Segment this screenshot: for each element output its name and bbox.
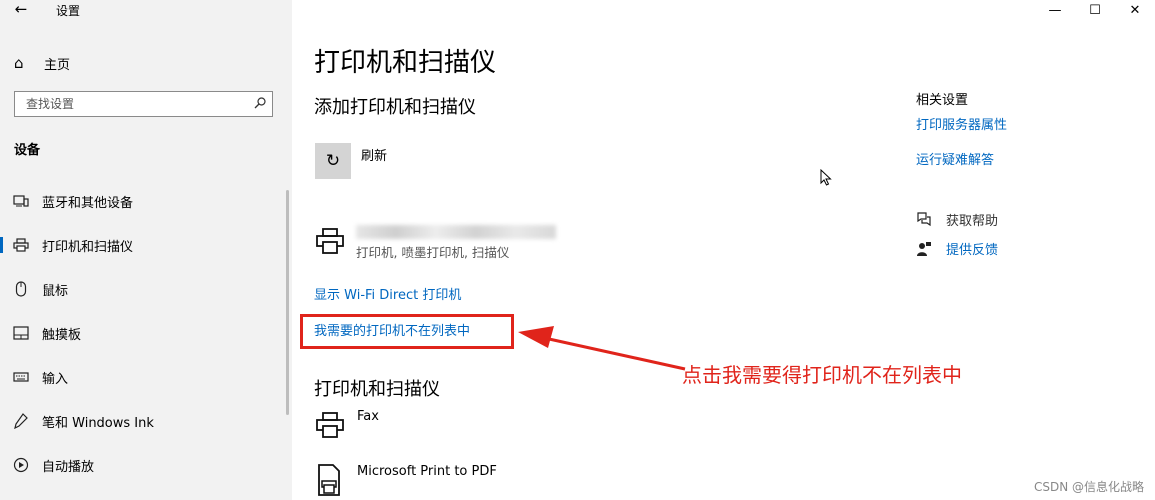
back-arrow-icon[interactable]: ← xyxy=(10,0,32,20)
get-help-label: 获取帮助 xyxy=(946,214,999,229)
feedback-link[interactable]: 提供反馈 xyxy=(916,239,998,258)
sidebar-item-printers[interactable]: 打印机和扫描仪 xyxy=(0,230,286,260)
sidebar-item-label: 自动播放 xyxy=(42,459,95,475)
annotation-arrow xyxy=(518,326,686,371)
printer-item-pdf[interactable]: Microsoft Print to PDF xyxy=(357,464,497,479)
search-input[interactable] xyxy=(24,96,248,112)
found-device-name-blurred[interactable] xyxy=(356,225,556,239)
feedback-label: 提供反馈 xyxy=(946,243,999,258)
search-box[interactable] xyxy=(14,91,273,117)
autoplay-icon xyxy=(13,457,29,473)
sidebar-item-mouse[interactable]: 鼠标 xyxy=(0,274,286,304)
printer-not-listed-link[interactable]: 我需要的打印机不在列表中 xyxy=(314,320,470,339)
refresh-icon: ↻ xyxy=(325,151,341,171)
sidebar-item-bluetooth[interactable]: 蓝牙和其他设备 xyxy=(0,186,286,216)
sidebar-item-autoplay[interactable]: 自动播放 xyxy=(0,450,286,480)
sidebar: ← 设置 ⌂ 主页 设备 蓝牙和其他设备 打印机和扫描仪 鼠标 触摸板 xyxy=(0,0,292,500)
mouse-icon xyxy=(13,281,29,297)
sidebar-item-label: 触摸板 xyxy=(42,327,82,343)
run-troubleshooter-link[interactable]: 运行疑难解答 xyxy=(916,149,994,168)
sidebar-item-touchpad[interactable]: 触摸板 xyxy=(0,318,286,348)
bluetooth-devices-icon xyxy=(13,193,29,209)
printer-item-fax[interactable]: Fax xyxy=(357,409,379,424)
related-settings-title: 相关设置 xyxy=(916,93,969,108)
wifi-direct-link[interactable]: 显示 Wi-Fi Direct 打印机 xyxy=(314,284,461,303)
pen-icon xyxy=(13,413,29,429)
close-button[interactable]: ✕ xyxy=(1113,0,1155,20)
keyboard-icon xyxy=(13,369,29,385)
sidebar-item-label: 笔和 Windows Ink xyxy=(42,415,154,431)
sidebar-item-pen[interactable]: 笔和 Windows Ink xyxy=(0,406,286,436)
page-title: 打印机和扫描仪 xyxy=(314,48,497,78)
printer-icon xyxy=(13,237,29,253)
sidebar-scrollbar[interactable] xyxy=(286,190,289,415)
get-help-link[interactable]: 获取帮助 xyxy=(916,210,998,229)
sidebar-item-label: 鼠标 xyxy=(42,283,69,299)
watermark: CSDN @信息化战略 xyxy=(1033,480,1144,494)
chat-help-icon xyxy=(916,212,932,228)
add-section-title: 添加打印机和扫描仪 xyxy=(314,97,476,118)
sidebar-item-label: 输入 xyxy=(42,371,69,387)
search-icon[interactable] xyxy=(254,97,266,109)
home-label: 主页 xyxy=(44,57,71,73)
maximize-button[interactable]: ☐ xyxy=(1073,0,1117,20)
found-device-description: 打印机, 喷墨打印机, 扫描仪 xyxy=(356,245,510,260)
printers-list-title: 打印机和扫描仪 xyxy=(314,379,440,400)
sidebar-item-typing[interactable]: 输入 xyxy=(0,362,286,392)
pdf-printer-icon xyxy=(318,464,340,496)
printer-icon xyxy=(316,412,344,438)
refresh-button[interactable]: ↻ xyxy=(315,143,351,179)
sidebar-item-label: 蓝牙和其他设备 xyxy=(42,195,134,211)
home-icon: ⌂ xyxy=(14,54,24,72)
section-title-devices: 设备 xyxy=(14,143,41,158)
annotation-text: 点击我需要得打印机不在列表中 xyxy=(682,363,962,387)
sidebar-home[interactable]: ⌂ 主页 xyxy=(14,52,70,74)
app-title: 设置 xyxy=(56,4,81,18)
printer-icon xyxy=(316,228,344,254)
minimize-button[interactable]: — xyxy=(1033,0,1077,20)
touchpad-icon xyxy=(13,325,29,341)
print-server-properties-link[interactable]: 打印服务器属性 xyxy=(916,114,1007,133)
refresh-label: 刷新 xyxy=(361,149,388,164)
feedback-person-icon xyxy=(916,241,932,257)
sidebar-item-label: 打印机和扫描仪 xyxy=(42,239,134,255)
mouse-cursor-icon xyxy=(820,169,832,186)
